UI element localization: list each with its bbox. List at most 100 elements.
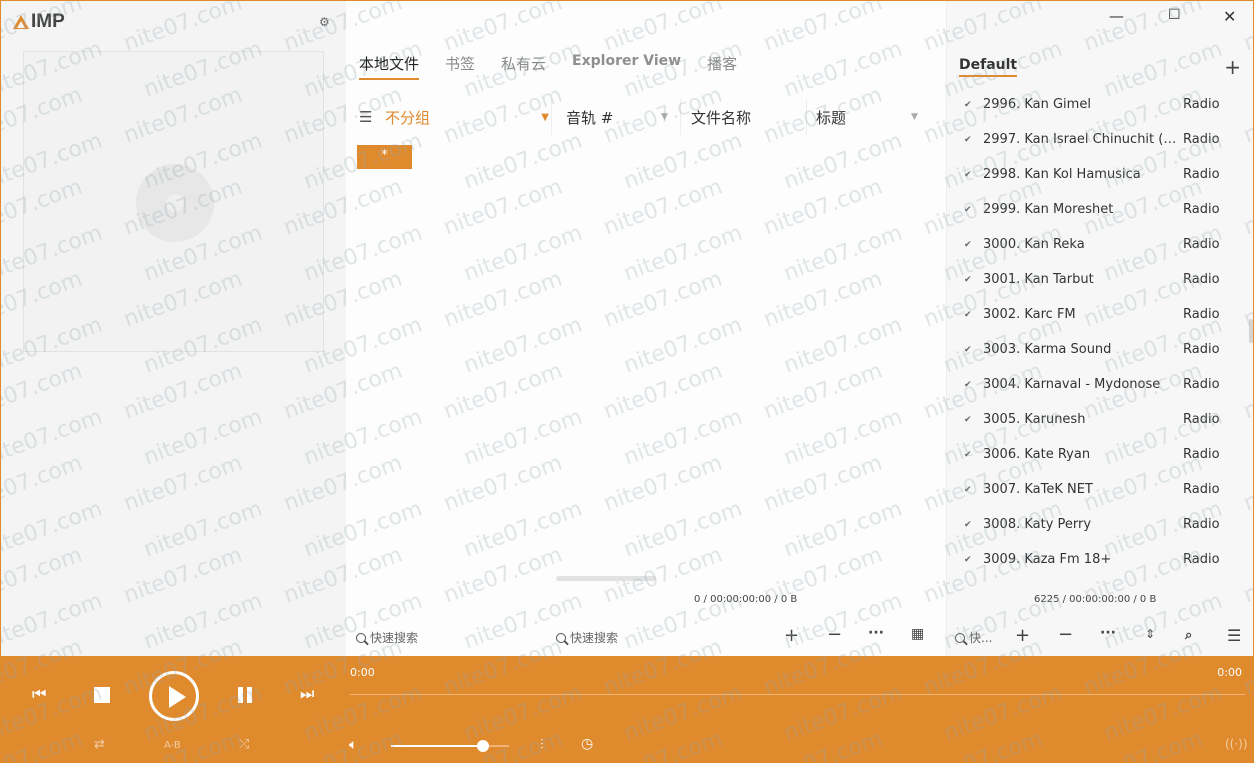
playlist-row[interactable]: ✔ 2999. Kan Moreshet Radio	[947, 192, 1242, 227]
tab-podcasts[interactable]: 播客	[707, 53, 737, 80]
previous-track-icon[interactable]: ⏮	[32, 686, 46, 702]
checkbox-icon[interactable]: ✔	[964, 100, 972, 110]
equalizer-icon[interactable]: ⫶	[540, 738, 544, 752]
pause-icon[interactable]	[238, 687, 243, 703]
filter-icon[interactable]: ▼	[911, 112, 918, 122]
track-category: Radio	[1183, 342, 1220, 357]
sort-icon[interactable]: ⇕	[1145, 628, 1155, 640]
checkbox-icon[interactable]: ✔	[964, 380, 972, 390]
search-icon	[356, 632, 366, 643]
filter-icon[interactable]: ▼	[661, 112, 668, 122]
add-icon[interactable]: +	[1015, 627, 1030, 645]
repeat-icon[interactable]: ⇄	[94, 738, 105, 751]
checkbox-icon[interactable]: ✔	[964, 135, 972, 145]
ab-repeat-button[interactable]: A-B	[164, 741, 181, 751]
track-name: 3007. KaTeK NET	[983, 482, 1093, 497]
stop-icon[interactable]	[94, 687, 110, 703]
track-name: 3000. Kan Reka	[983, 237, 1085, 252]
playlist-row[interactable]: ✔ 3000. Kan Reka Radio	[947, 227, 1242, 262]
playlist-row[interactable]: ✔ 3005. Karunesh Radio	[947, 402, 1242, 437]
menu-icon[interactable]: ☰	[359, 108, 385, 126]
time-elapsed: 0:00	[350, 666, 375, 679]
track-category: Radio	[1183, 552, 1220, 567]
checkbox-icon[interactable]: ✔	[964, 345, 972, 355]
tab-explorer-view[interactable]: Explorer View	[572, 53, 681, 80]
checkbox-icon[interactable]: ✔	[964, 205, 972, 215]
menu-icon[interactable]: ☰	[1227, 628, 1241, 644]
playlist-row[interactable]: ✔ 3007. KaTeK NET Radio	[947, 472, 1242, 507]
horizontal-scrollbar[interactable]	[556, 576, 656, 581]
pause-icon-bar	[247, 687, 252, 703]
library-status: 0 / 00:00:00:00 / 0 B	[694, 594, 798, 605]
tab-bookmarks[interactable]: 书签	[445, 53, 475, 80]
track-category: Radio	[1183, 482, 1220, 497]
grouping-selector[interactable]: ☰ 不分组 ▼	[359, 105, 549, 129]
track-name: 2996. Kan Gimel	[983, 97, 1091, 112]
grouping-label: 不分组	[385, 108, 431, 127]
column-divider	[680, 99, 681, 135]
maximize-icon[interactable]: ☐	[1168, 7, 1181, 23]
library-tabs: 本地文件 书签 私有云 Explorer View 播客	[359, 53, 763, 80]
checkbox-icon[interactable]: ✔	[964, 415, 972, 425]
search-icon	[556, 632, 566, 643]
checkbox-icon[interactable]: ✔	[964, 555, 972, 565]
timer-icon[interactable]: ◷	[581, 737, 593, 751]
playlist-search[interactable]: 快...	[955, 629, 992, 646]
volume-knob[interactable]	[477, 740, 490, 752]
search-icon[interactable]: ⌕	[1185, 629, 1192, 642]
remove-icon[interactable]: −	[1058, 626, 1073, 644]
column-file-name[interactable]: 文件名称	[691, 105, 801, 129]
tab-local-files[interactable]: 本地文件	[359, 53, 420, 80]
grid-view-icon[interactable]: ▦	[911, 627, 924, 641]
checkbox-icon[interactable]: ✔	[964, 275, 972, 285]
checkbox-icon[interactable]: ✔	[964, 240, 972, 250]
checkbox-icon[interactable]: ✔	[964, 485, 972, 495]
volume-slider[interactable]	[391, 740, 509, 752]
playlist-row[interactable]: ✔ 3004. Karnaval - Mydonose Radio	[947, 367, 1242, 402]
play-button[interactable]	[149, 671, 199, 721]
seek-bar[interactable]	[350, 694, 1245, 695]
playlist-row[interactable]: ✔ 2997. Kan Israel Chinuchit (Ed... Radio	[947, 122, 1242, 157]
track-category: Radio	[1183, 307, 1220, 322]
checkbox-icon[interactable]: ✔	[964, 450, 972, 460]
caret-down-icon[interactable]: ▼	[541, 112, 549, 123]
volume-level	[391, 745, 484, 747]
checkbox-icon[interactable]: ✔	[964, 520, 972, 530]
playlist-row[interactable]: ✔ 3001. Kan Tarbut Radio	[947, 262, 1242, 297]
more-icon[interactable]: ···	[1100, 626, 1116, 640]
column-track-number[interactable]: 音轨 # ▼	[566, 105, 676, 129]
close-icon[interactable]: ✕	[1223, 7, 1236, 26]
track-name: 3002. Karc FM	[983, 307, 1076, 322]
add-icon[interactable]: +	[784, 627, 799, 645]
broadcast-icon[interactable]: ((·))	[1225, 738, 1248, 750]
column-title[interactable]: 标题 ▼	[816, 105, 926, 129]
playlist-row[interactable]: ✔ 3003. Karma Sound Radio	[947, 332, 1242, 367]
track-category: Radio	[1183, 97, 1220, 112]
next-track-icon[interactable]: ⏭	[300, 686, 314, 702]
playlist-tab-default[interactable]: Default	[959, 57, 1018, 77]
group-search[interactable]: 快速搜索	[356, 629, 418, 646]
playlist-row[interactable]: ✔ 2996. Kan Gimel Radio	[947, 87, 1242, 122]
group-item-all[interactable]: *	[357, 145, 412, 169]
playlist-row[interactable]: ✔ 3006. Kate Ryan Radio	[947, 437, 1242, 472]
files-search[interactable]: 快速搜索	[556, 629, 618, 646]
checkbox-icon[interactable]: ✔	[964, 170, 972, 180]
volume-icon[interactable]: 🔈︎	[349, 738, 357, 752]
gear-icon[interactable]: ⚙	[319, 15, 330, 29]
playlist-row[interactable]: ✔ 3008. Katy Perry Radio	[947, 507, 1242, 542]
shuffle-icon[interactable]: ⤮	[239, 738, 249, 751]
column-divider	[806, 99, 807, 135]
vertical-scrollbar[interactable]	[1249, 319, 1253, 343]
remove-icon[interactable]: −	[827, 626, 842, 644]
playlist-row[interactable]: ✔ 2998. Kan Kol Hamusica Radio	[947, 157, 1242, 192]
playlist-row[interactable]: ✔ 3002. Karc FM Radio	[947, 297, 1242, 332]
track-name: 3003. Karma Sound	[983, 342, 1112, 357]
column-divider	[551, 99, 552, 135]
minimize-icon[interactable]: —	[1109, 7, 1124, 25]
add-playlist-icon[interactable]: +	[1224, 55, 1241, 79]
checkbox-icon[interactable]: ✔	[964, 310, 972, 320]
playlist-row[interactable]: ✔ 3009. Kaza Fm 18+ Radio	[947, 542, 1242, 577]
tab-private-cloud[interactable]: 私有云	[501, 53, 546, 80]
more-icon[interactable]: ···	[868, 626, 884, 640]
playlist-panel: — ☐ ✕ Default + ✔ 2996. Kan Gimel Radio ✔ 29…	[946, 1, 1253, 656]
